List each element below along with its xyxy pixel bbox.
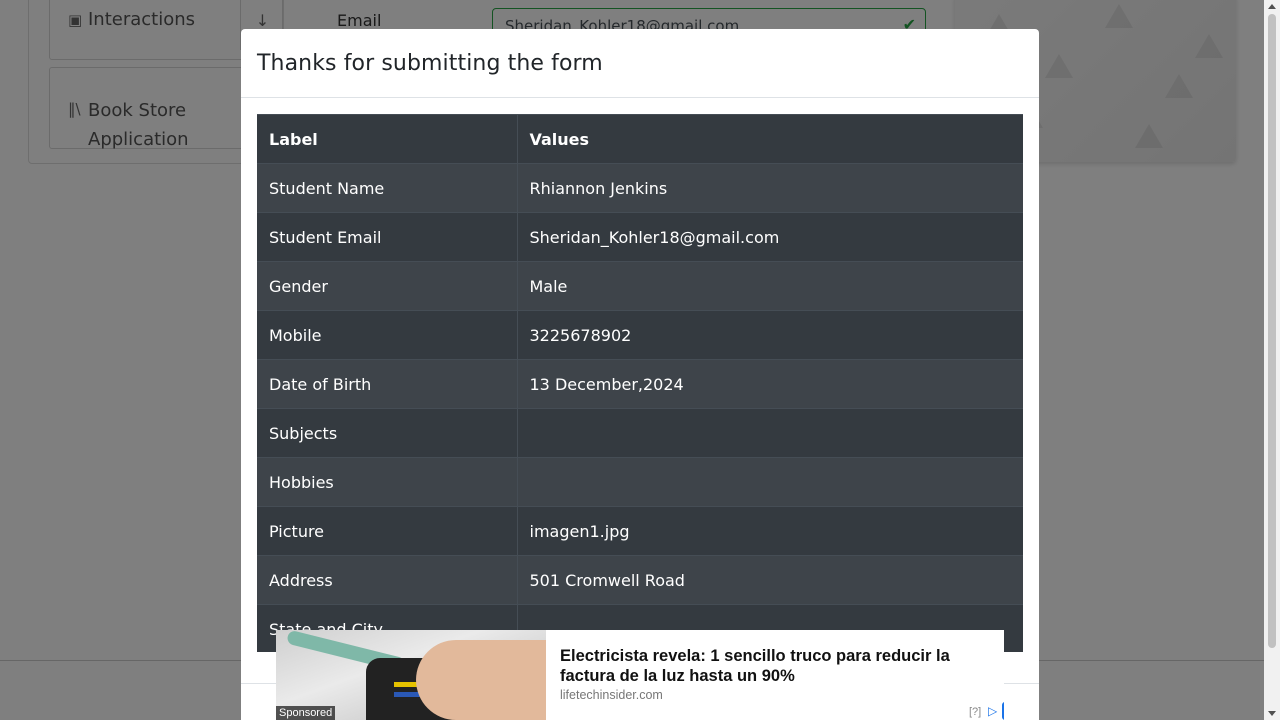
table-row: Date of Birth 13 December,2024	[257, 359, 1023, 409]
table-row: Mobile 3225678902	[257, 310, 1023, 360]
page-scrollbar[interactable]	[1264, 0, 1280, 720]
submission-modal: Thanks for submitting the form Label Val…	[241, 29, 1039, 720]
scroll-up-icon[interactable]	[1268, 4, 1276, 9]
table-row: Gender Male	[257, 261, 1023, 311]
row-label: Picture	[257, 506, 518, 556]
row-value	[517, 408, 1023, 458]
row-value: Rhiannon Jenkins	[517, 163, 1023, 213]
hand-shape	[416, 640, 546, 720]
table-row: Picture imagen1.jpg	[257, 506, 1023, 556]
row-value	[517, 457, 1023, 507]
table-row: Subjects	[257, 408, 1023, 458]
table-row: Student Email Sheridan_Kohler18@gmail.co…	[257, 212, 1023, 262]
modal-title: Thanks for submitting the form	[257, 51, 603, 76]
row-label: Mobile	[257, 310, 518, 360]
row-value: 501 Cromwell Road	[517, 555, 1023, 605]
ad-choices-icon[interactable]: ▷	[988, 704, 1002, 718]
ad-help-link[interactable]: [?]	[969, 706, 981, 718]
column-header-values: Values	[517, 114, 1023, 164]
modal-header: Thanks for submitting the form	[241, 29, 1039, 98]
ad-image[interactable]: Sponsored	[276, 630, 546, 720]
row-label: Hobbies	[257, 457, 518, 507]
row-label: Student Email	[257, 212, 518, 262]
row-label: Student Name	[257, 163, 518, 213]
scroll-down-icon[interactable]	[1268, 711, 1276, 716]
table-row: Address 501 Cromwell Road	[257, 555, 1023, 605]
row-value: 3225678902	[517, 310, 1023, 360]
modal-body[interactable]: Label Values Student Name Rhiannon Jenki…	[257, 114, 1023, 652]
ad-close-icon[interactable]	[1002, 702, 1004, 720]
row-value: imagen1.jpg	[517, 506, 1023, 556]
ad-domain[interactable]: lifetechinsider.com	[560, 688, 663, 702]
ad-headline[interactable]: Electricista revela: 1 sencillo truco pa…	[560, 646, 1000, 686]
table-row: Hobbies	[257, 457, 1023, 507]
row-value: 13 December,2024	[517, 359, 1023, 409]
row-label: Gender	[257, 261, 518, 311]
sponsored-label: Sponsored	[276, 706, 336, 720]
sponsored-ad[interactable]: Sponsored Electricista revela: 1 sencill…	[276, 630, 1004, 720]
row-value: Sheridan_Kohler18@gmail.com	[517, 212, 1023, 262]
row-value: Male	[517, 261, 1023, 311]
row-label: Date of Birth	[257, 359, 518, 409]
column-header-label: Label	[257, 114, 518, 164]
table-header-row: Label Values	[257, 114, 1023, 164]
table-row: Student Name Rhiannon Jenkins	[257, 163, 1023, 213]
row-label: Subjects	[257, 408, 518, 458]
scrollbar-thumb[interactable]	[1268, 14, 1276, 648]
row-label: Address	[257, 555, 518, 605]
results-table: Label Values Student Name Rhiannon Jenki…	[257, 114, 1023, 652]
